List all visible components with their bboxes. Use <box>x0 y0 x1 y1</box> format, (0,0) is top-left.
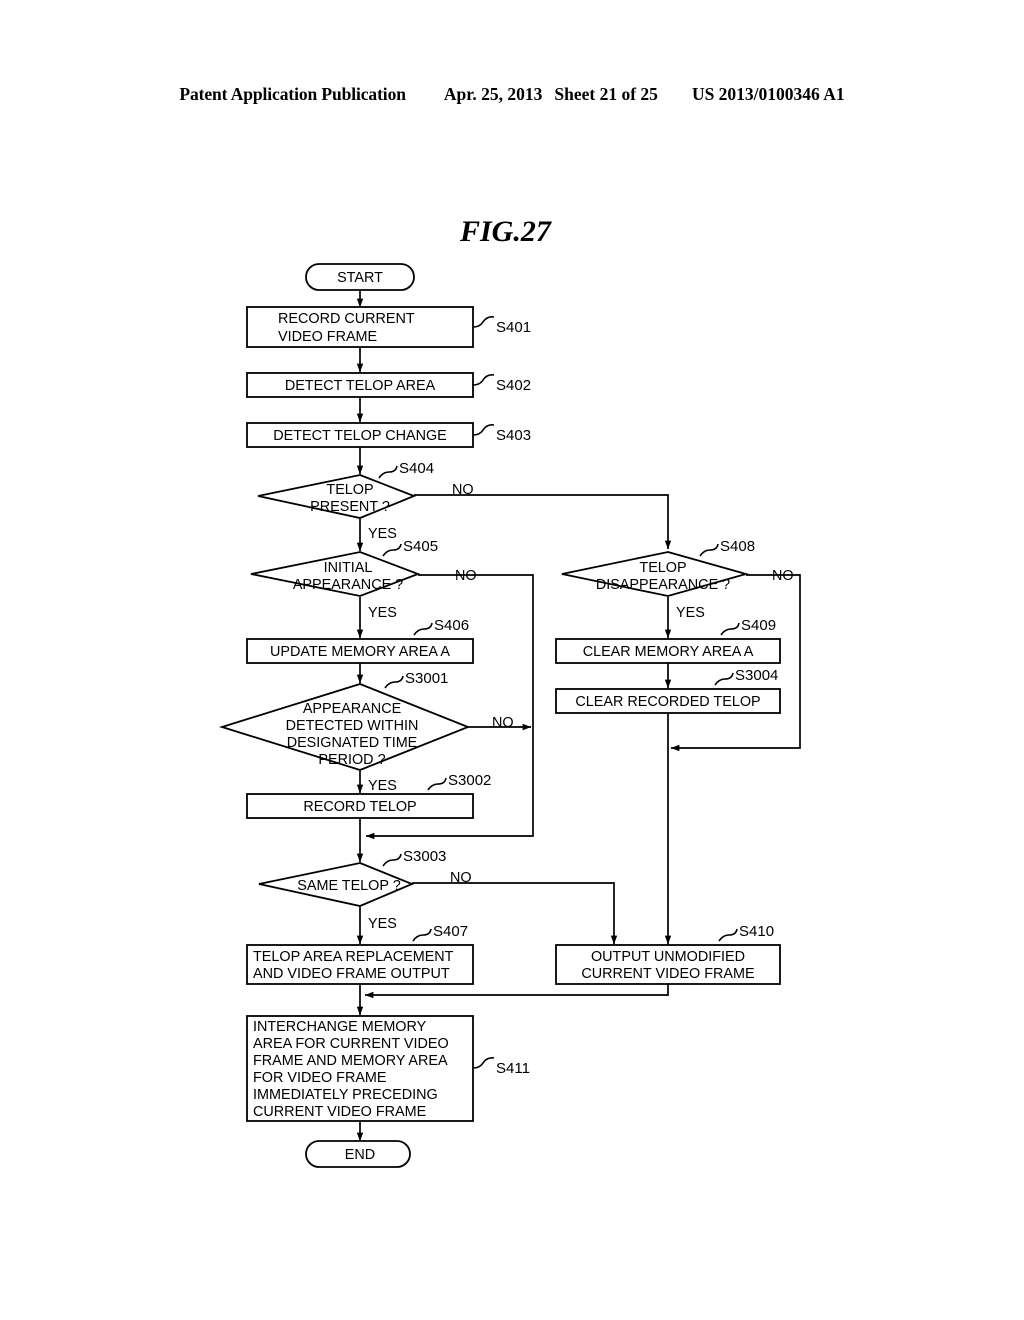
node-s3003-line-0: SAME TELOP ? <box>297 878 400 894</box>
node-s411-line-1: AREA FOR CURRENT VIDEO <box>253 1036 449 1052</box>
node-s409-ref: S409 <box>741 617 776 634</box>
node-s3001-line-3: PERIOD ? <box>318 752 385 768</box>
node-s407-line-1: AND VIDEO FRAME OUTPUT <box>253 966 450 982</box>
node-s405-line-0: INITIAL <box>324 560 373 576</box>
node-s3003: SAME TELOP ? S3003 NO YES <box>258 848 472 932</box>
node-s401-line-1: VIDEO FRAME <box>278 329 377 345</box>
terminal-start: START <box>305 263 415 291</box>
node-s407-ref: S407 <box>433 923 468 940</box>
node-s405: INITIAL APPEARANCE ? S405 NO YES <box>250 538 477 621</box>
node-s402-ref: S402 <box>496 377 531 394</box>
node-s405-line-1: APPEARANCE ? <box>293 577 403 593</box>
node-s408-ref: S408 <box>720 538 755 555</box>
node-s405-no-label: NO <box>455 568 477 584</box>
node-s3001-no-label: NO <box>492 715 514 731</box>
flowchart-canvas: START END RECORD CURRENT VIDEO FRAME S40… <box>218 263 801 1168</box>
node-s406-line-0: UPDATE MEMORY AREA A <box>270 644 450 660</box>
node-s408-no-label: NO <box>772 568 794 584</box>
node-s411-line-5: CURRENT VIDEO FRAME <box>253 1104 426 1120</box>
node-s401: RECORD CURRENT VIDEO FRAME S401 <box>246 306 531 348</box>
terminal-end-label: END <box>345 1147 375 1163</box>
node-s411-line-2: FRAME AND MEMORY AREA <box>253 1053 448 1069</box>
node-s404: TELOP PRESENT ? S404 NO YES <box>257 460 474 542</box>
node-s3001-line-1: DETECTED WITHIN <box>286 718 419 734</box>
node-s407-line-0: TELOP AREA REPLACEMENT <box>253 949 454 965</box>
node-s3001-line-0: APPEARANCE <box>303 701 401 717</box>
node-s3003-ref: S3003 <box>403 848 446 865</box>
node-s3003-yes-label: YES <box>368 916 397 932</box>
node-s3002-ref: S3002 <box>448 772 491 789</box>
node-s408-line-1: DISAPPEARANCE ? <box>596 577 730 593</box>
node-s3004-ref: S3004 <box>735 667 778 684</box>
node-s410-line-1: CURRENT VIDEO FRAME <box>581 966 754 982</box>
node-s402: DETECT TELOP AREA S402 <box>246 372 531 398</box>
node-s3004-line-0: CLEAR RECORDED TELOP <box>575 694 760 710</box>
node-s404-no-label: NO <box>452 482 474 498</box>
node-s411-line-4: IMMEDIATELY PRECEDING <box>253 1087 438 1103</box>
terminal-start-label: START <box>337 270 383 286</box>
node-s405-yes-label: YES <box>368 605 397 621</box>
node-s401-line-0: RECORD CURRENT <box>278 311 415 327</box>
terminal-end: END <box>305 1140 411 1168</box>
node-s3002-line-0: RECORD TELOP <box>303 799 416 815</box>
node-s404-yes-label: YES <box>368 526 397 542</box>
node-s3001-yes-label: YES <box>368 778 397 794</box>
node-s411-ref: S411 <box>496 1060 530 1077</box>
node-s406-ref: S406 <box>434 617 469 634</box>
node-s403: DETECT TELOP CHANGE S403 <box>246 422 531 448</box>
node-s408: TELOP DISAPPEARANCE ? S408 NO YES <box>561 538 794 621</box>
node-s408-line-0: TELOP <box>639 560 686 576</box>
node-s401-ref: S401 <box>496 319 531 336</box>
node-s404-line-0: TELOP <box>326 482 373 498</box>
node-s403-ref: S403 <box>496 427 531 444</box>
node-s410-ref: S410 <box>739 923 774 940</box>
node-s404-ref: S404 <box>399 460 434 477</box>
node-s403-line-0: DETECT TELOP CHANGE <box>273 428 447 444</box>
node-s402-line-0: DETECT TELOP AREA <box>285 378 436 394</box>
node-s3003-no-label: NO <box>450 870 472 886</box>
node-s408-yes-label: YES <box>676 605 705 621</box>
node-s3001-line-2: DESIGNATED TIME <box>287 735 418 751</box>
patent-figure-page: Patent Application Publication Apr. 25, … <box>0 0 1024 1320</box>
node-s411-line-3: FOR VIDEO FRAME <box>253 1070 387 1086</box>
node-s3001-ref: S3001 <box>405 670 448 687</box>
node-s409-line-0: CLEAR MEMORY AREA A <box>583 644 754 660</box>
node-s404-line-1: PRESENT ? <box>310 499 390 515</box>
node-s410-line-0: OUTPUT UNMODIFIED <box>591 949 745 965</box>
node-s411-line-0: INTERCHANGE MEMORY <box>253 1019 427 1035</box>
node-s405-ref: S405 <box>403 538 438 555</box>
node-s411: INTERCHANGE MEMORY AREA FOR CURRENT VIDE… <box>246 1015 530 1122</box>
